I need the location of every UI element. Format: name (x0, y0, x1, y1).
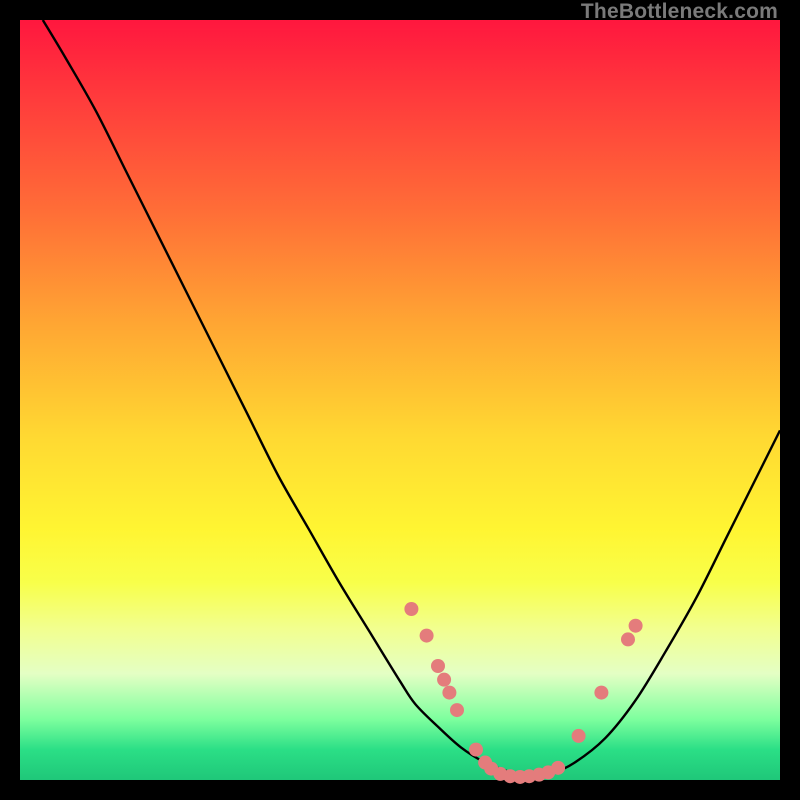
curve-layer (20, 20, 780, 780)
curve-markers (404, 602, 642, 784)
bottleneck-curve (43, 20, 780, 776)
data-point (551, 761, 565, 775)
data-point (420, 629, 434, 643)
chart-frame: TheBottleneck.com (0, 0, 800, 800)
data-point (431, 659, 445, 673)
data-point (594, 686, 608, 700)
data-point (629, 619, 643, 633)
plot-area (20, 20, 780, 780)
data-point (450, 703, 464, 717)
data-point (442, 686, 456, 700)
data-point (469, 743, 483, 757)
data-point (572, 729, 586, 743)
data-point (404, 602, 418, 616)
data-point (437, 673, 451, 687)
data-point (621, 632, 635, 646)
